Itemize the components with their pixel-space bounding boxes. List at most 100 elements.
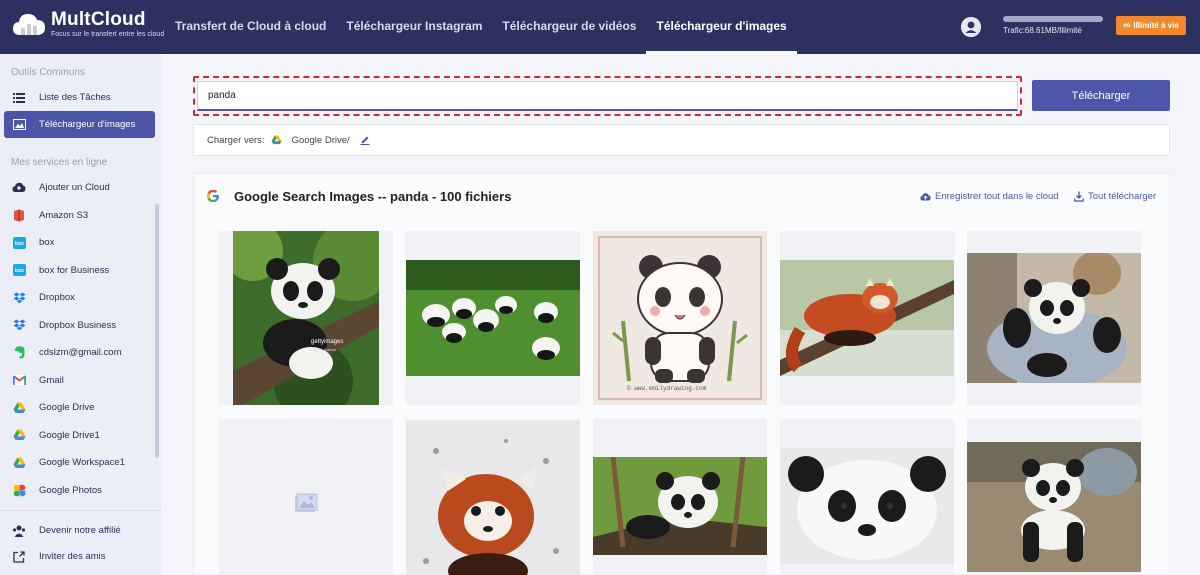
search-input[interactable] — [197, 81, 1018, 111]
sidebar-item-label: Ajouter un Cloud — [39, 182, 110, 193]
image-panda-keeper — [967, 253, 1141, 383]
download-icon — [1074, 191, 1084, 202]
upload-label: Charger vers: — [207, 134, 265, 146]
image-panda-face — [780, 448, 954, 564]
sidebar-item-label: Dropbox Business — [39, 319, 117, 331]
results-title: Google Search Images -- panda - 100 fich… — [234, 189, 512, 204]
logo-title: MultCloud — [51, 9, 146, 30]
sidebar-item-image-downloader[interactable]: Téléchargeur d'images — [4, 111, 155, 138]
image-tile[interactable] — [406, 231, 580, 405]
sidebar-item-box[interactable]: box box — [4, 229, 155, 256]
list-icon — [12, 91, 26, 105]
image-tile[interactable] — [967, 419, 1141, 575]
sidebar-item-label: Google Drive — [39, 402, 95, 413]
image-pandas-grass — [406, 260, 580, 376]
evernote-icon — [12, 346, 26, 360]
sidebar-item-label: Amazon S3 — [39, 209, 89, 221]
box-business-icon: box — [12, 263, 26, 277]
sidebar-section-services: Mes services en ligne — [11, 157, 108, 168]
image-tile[interactable] — [593, 419, 767, 575]
sidebar-item-label: Google Photos — [39, 484, 102, 496]
top-bar: MultCloud Focus sur le transfert entre l… — [0, 0, 1200, 54]
dropbox-business-icon — [12, 318, 26, 332]
image-tile[interactable] — [406, 419, 580, 575]
google-drive-icon — [271, 135, 282, 145]
sidebar-item-label: box for Business — [39, 264, 110, 276]
upload-destination-bar: Charger vers: Google Drive/ — [193, 124, 1170, 156]
search-highlight-box — [193, 76, 1022, 116]
watermark-credit: Credit: Alatom — [311, 347, 337, 352]
image-tile[interactable] — [967, 231, 1141, 405]
sidebar: Outils Communs Liste des Tâches Téléchar… — [0, 54, 161, 575]
image-tile[interactable]: © www.emilydrawing.com — [593, 231, 767, 405]
sidebar-item-label: box — [39, 237, 55, 248]
sidebar-item-label: Téléchargeur d'images — [39, 119, 136, 130]
google-drive-icon — [12, 428, 26, 442]
image-panda-log — [593, 457, 767, 555]
sidebar-item-add-cloud[interactable]: Ajouter un Cloud — [4, 174, 155, 201]
nav-instagram-downloader[interactable]: Téléchargeur Instagram — [336, 0, 492, 54]
unlimited-plan-label: Illimité à vie — [1133, 21, 1179, 30]
nav-image-downloader[interactable]: Téléchargeur d'images — [646, 0, 797, 54]
sidebar-item-evernote-account[interactable]: cdslzm@gmail.com — [4, 339, 155, 366]
sidebar-item-label: Google Workspace1 — [39, 457, 125, 468]
image-tile[interactable] — [780, 419, 954, 575]
sidebar-item-task-list[interactable]: Liste des Tâches — [4, 84, 155, 111]
sidebar-item-invite-friends[interactable]: Inviter des amis — [4, 543, 155, 570]
sidebar-item-gmail[interactable]: Gmail — [4, 367, 155, 394]
multcloud-logo-icon — [12, 11, 46, 39]
traffic-bar-fill — [1003, 16, 1103, 22]
edit-pencil-icon[interactable] — [360, 135, 370, 145]
nav-video-downloader[interactable]: Téléchargeur de vidéos — [492, 0, 646, 54]
google-photos-icon — [12, 483, 26, 497]
sidebar-divider — [0, 510, 161, 511]
download-all-link[interactable]: Tout télécharger — [1074, 191, 1156, 202]
sidebar-item-label: Gmail — [39, 374, 64, 386]
sidebar-item-dropbox[interactable]: Dropbox — [4, 284, 155, 311]
svg-text:box: box — [15, 268, 24, 274]
image-panda-walking — [967, 442, 1141, 572]
image-icon — [12, 118, 26, 132]
watermark-text: © www.emilydrawing.com — [627, 385, 707, 392]
logo[interactable]: MultCloud Focus sur le transfert entre l… — [12, 10, 164, 39]
cloud-upload-icon — [920, 192, 931, 201]
image-tile[interactable]: gettyimages Credit: Alatom — [219, 231, 393, 405]
traffic-meter: Trafic:68.61MB/Illimité — [1003, 16, 1103, 35]
image-cartoon-panda: © www.emilydrawing.com — [593, 231, 767, 405]
svg-text:box: box — [15, 241, 24, 247]
image-tile-placeholder[interactable] — [219, 419, 393, 575]
sidebar-scrollbar[interactable] — [155, 204, 159, 458]
user-avatar-icon[interactable] — [961, 17, 981, 37]
sidebar-item-label: Google Drive1 — [39, 429, 100, 441]
sidebar-item-affiliate[interactable]: Devenir notre affilié — [4, 517, 155, 544]
traffic-bar — [1003, 16, 1103, 22]
sidebar-item-google-drive1[interactable]: Google Drive1 — [4, 422, 155, 449]
infinity-icon: ∞ — [1123, 20, 1131, 31]
watermark-text: gettyimages — [311, 339, 344, 345]
sidebar-item-dropbox-business[interactable]: Dropbox Business — [4, 312, 155, 339]
image-red-panda-branch — [780, 260, 954, 376]
google-drive-icon — [12, 401, 26, 415]
image-tile[interactable] — [780, 231, 954, 405]
sidebar-item-label: Devenir notre affilié — [39, 525, 121, 536]
image-red-panda-snow — [406, 421, 580, 575]
google-icon — [206, 189, 220, 203]
download-button[interactable]: Télécharger — [1032, 80, 1170, 111]
sidebar-item-label: Inviter des amis — [39, 551, 106, 562]
sidebar-item-google-workspace1[interactable]: Google Workspace1 — [4, 449, 155, 476]
amazon-s3-icon — [12, 208, 26, 222]
unlimited-plan-button[interactable]: ∞ Illimité à vie — [1116, 16, 1186, 35]
sidebar-item-box-business[interactable]: box box for Business — [4, 257, 155, 284]
save-all-to-cloud-link[interactable]: Enregistrer tout dans le cloud — [920, 191, 1059, 202]
logo-subtitle: Focus sur le transfert entre les cloud — [51, 31, 165, 38]
invite-icon — [12, 550, 26, 564]
sidebar-item-google-photos[interactable]: Google Photos — [4, 477, 155, 504]
upload-destination-path[interactable]: Google Drive/ — [292, 135, 350, 146]
add-cloud-icon — [12, 181, 26, 195]
sidebar-item-google-drive[interactable]: Google Drive — [4, 394, 155, 421]
sidebar-item-amazon-s3[interactable]: Amazon S3 — [4, 202, 155, 229]
traffic-text: Trafic:68.61MB/Illimité — [1003, 26, 1082, 35]
download-all-label: Tout télécharger — [1088, 191, 1157, 202]
dropbox-icon — [12, 291, 26, 305]
nav-cloud-transfer[interactable]: Transfert de Cloud à cloud — [165, 0, 336, 54]
